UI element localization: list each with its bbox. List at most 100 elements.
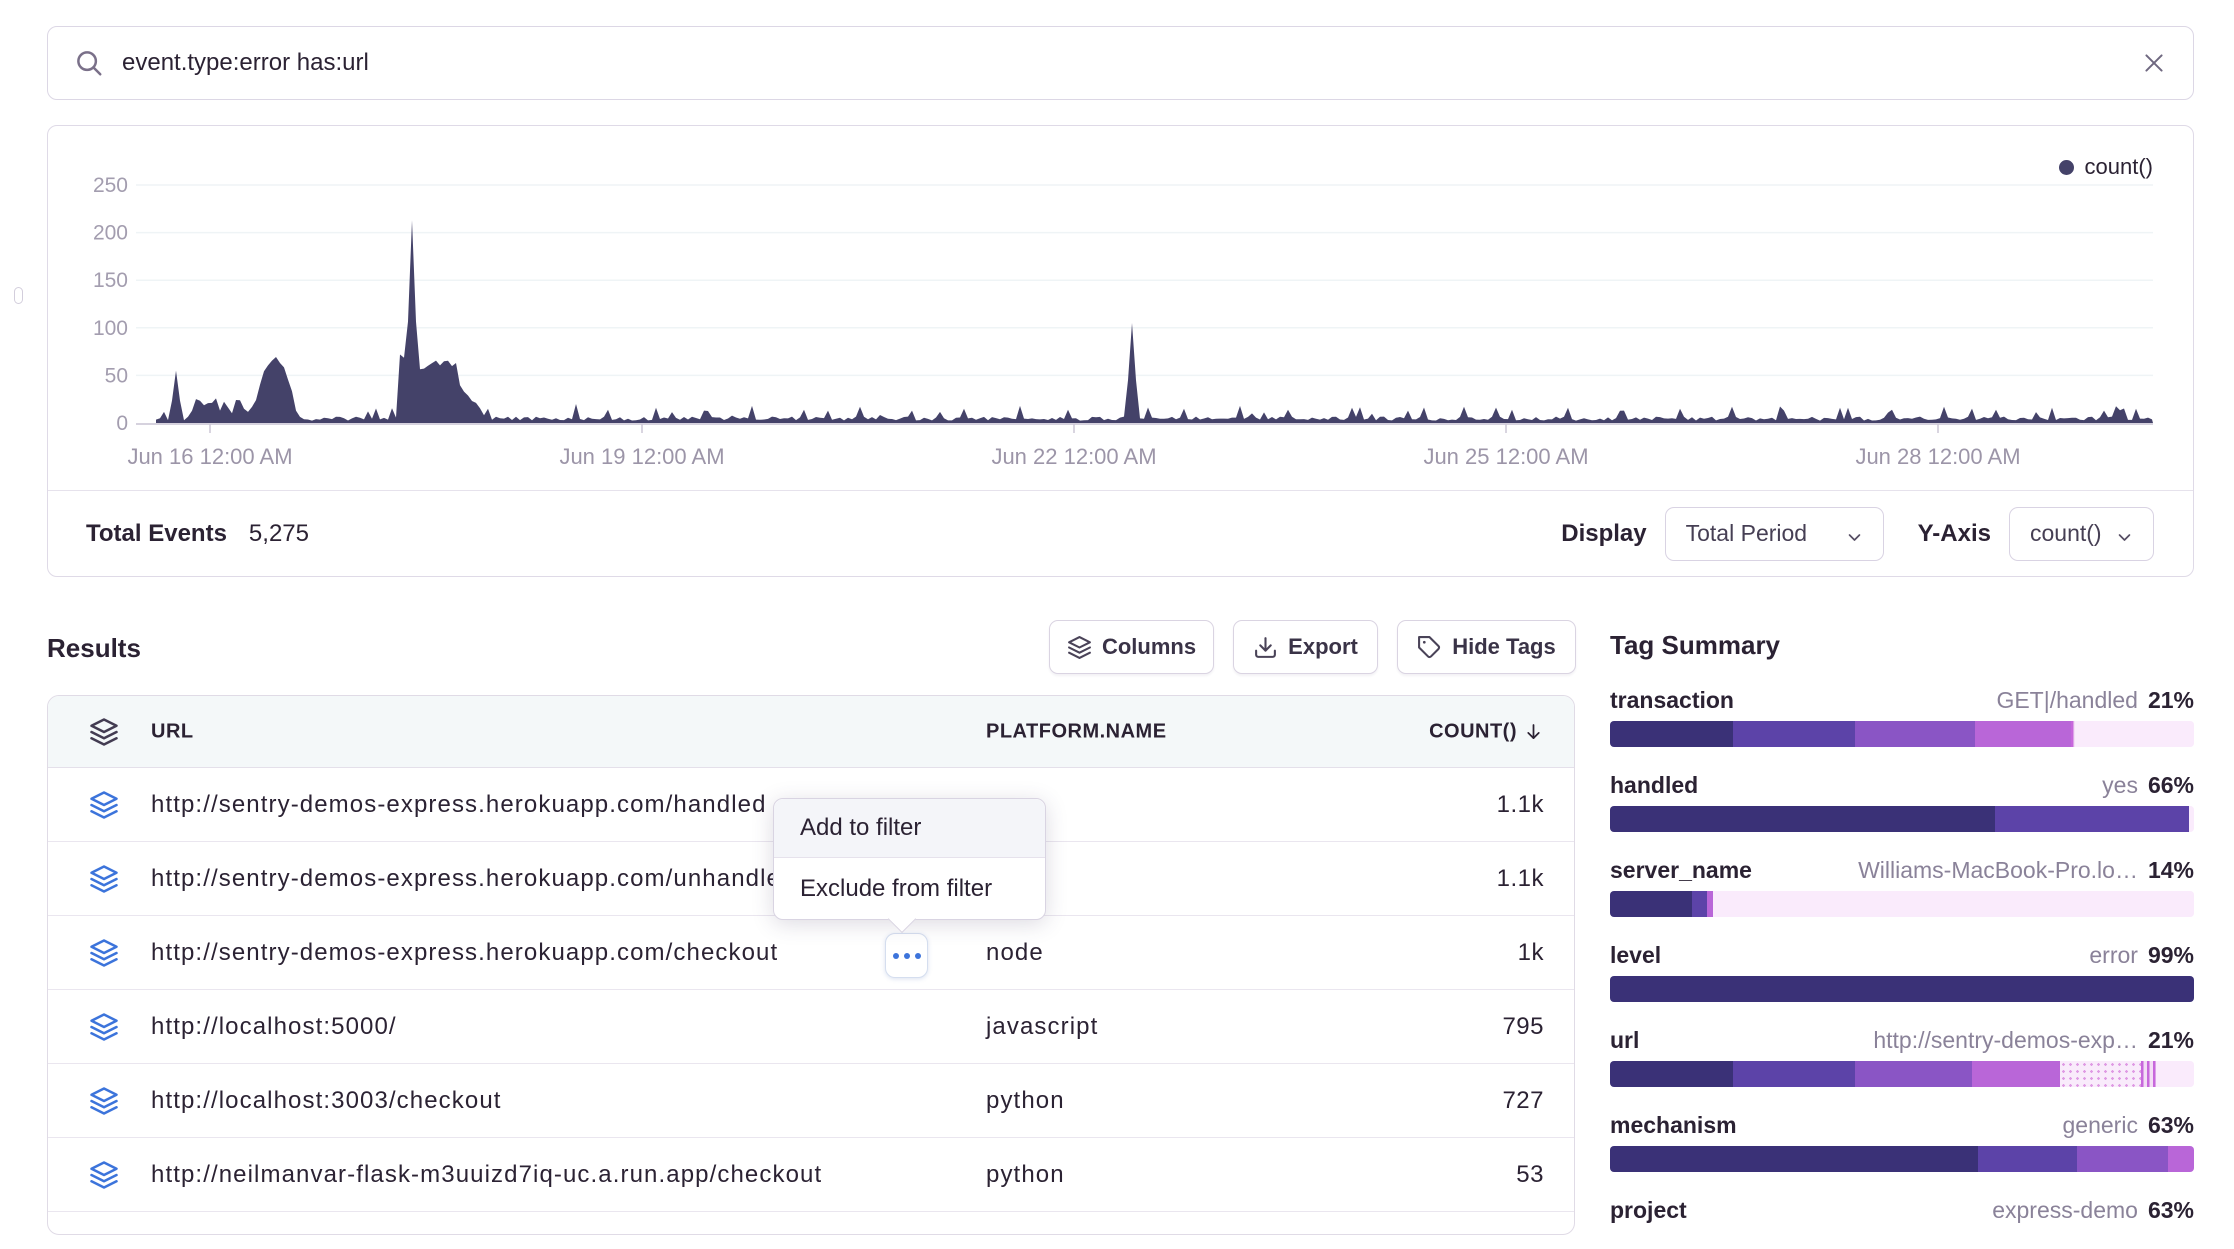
svg-text:Jun 22 12:00 AM: Jun 22 12:00 AM [991,444,1156,469]
tag-bar-segment[interactable] [1855,721,1975,747]
svg-text:200: 200 [93,222,128,245]
stack-trace-icon[interactable] [89,1086,119,1116]
tag-bar-segment[interactable] [1995,806,2189,832]
hide-tags-button[interactable]: Hide Tags [1397,620,1576,674]
url-cell[interactable]: http://localhost:3003/checkout [151,1087,502,1115]
platform-cell[interactable]: node [986,939,1044,967]
url-cell[interactable]: http://sentry-demos-express.herokuapp.co… [151,939,778,967]
svg-text:Jun 16 12:00 AM: Jun 16 12:00 AM [127,444,292,469]
tag-top-percent: 21% [2148,1027,2194,1054]
tag-bar-segment[interactable] [1610,976,2194,1002]
tag-bar-segment[interactable] [2077,1146,2168,1172]
table-row: http://localhost:3003/checkout python 727 [48,1064,1574,1138]
tag-bar-segment[interactable] [2075,721,2194,747]
svg-text:50: 50 [105,364,128,387]
total-events-label: Total Events [86,520,227,548]
tag-bar-segment[interactable] [2141,1061,2156,1087]
column-header-url[interactable]: URL [151,720,194,743]
count-cell[interactable]: 1k [1518,939,1544,967]
tag-bar-segment[interactable] [1972,1061,2060,1087]
tag-distribution-bar[interactable] [1610,1061,2194,1087]
stack-icon[interactable] [89,717,119,747]
platform-cell[interactable]: python [986,1087,1065,1115]
events-area-chart[interactable]: 050100150200250Jun 16 12:00 AMJun 19 12:… [48,126,2195,491]
svg-text:150: 150 [93,269,128,292]
count-cell[interactable]: 1.1k [1497,865,1544,893]
tag-top-value: GET|/handled [1996,687,2138,714]
tag-name: mechanism [1610,1112,1737,1139]
tag-bar-segment[interactable] [1855,1061,1972,1087]
count-cell[interactable]: 1.1k [1497,791,1544,819]
tag-bar-segment[interactable] [2168,1146,2194,1172]
cell-actions-button[interactable] [885,933,928,978]
table-row: http://sentry-demos-express.herokuapp.co… [48,916,1574,990]
url-cell[interactable]: http://neilmanvar-flask-m3uuizd7iq-uc.a.… [151,1161,822,1189]
svg-text:Jun 28 12:00 AM: Jun 28 12:00 AM [1855,444,2020,469]
tag-top-value: Williams-MacBook-Pro.lo… [1858,857,2138,884]
results-title: Results [47,633,141,664]
stack-trace-icon[interactable] [89,790,119,820]
stack-trace-icon[interactable] [89,938,119,968]
tag-summary-item-project: projectexpress-demo63% [1610,1197,2194,1224]
count-cell[interactable]: 53 [1516,1161,1544,1189]
tag-bar-segment[interactable] [2189,806,2194,832]
chart-drag-handle[interactable] [14,287,23,304]
column-header-platform[interactable]: PLATFORM.NAME [986,720,1167,743]
table-header: URL PLATFORM.NAME COUNT() [48,696,1574,768]
tag-summary-item-url: urlhttp://sentry-demos-exp…21% [1610,1027,2194,1087]
svg-text:Jun 19 12:00 AM: Jun 19 12:00 AM [559,444,724,469]
tag-distribution-bar[interactable] [1610,1146,2194,1172]
tag-bar-segment[interactable] [1610,806,1995,832]
platform-cell[interactable]: python [986,1161,1065,1189]
search-input[interactable] [122,49,2141,77]
tag-name: handled [1610,772,1698,799]
stack-trace-icon[interactable] [89,1160,119,1190]
display-label: Display [1561,520,1646,548]
url-cell[interactable]: http://sentry-demos-express.herokuapp.co… [151,865,795,893]
tag-bar-segment[interactable] [1610,1061,1733,1087]
tag-distribution-bar[interactable] [1610,891,2194,917]
yaxis-label: Y-Axis [1918,520,1991,548]
tag-summary-title: Tag Summary [1610,630,2194,661]
tag-bar-segment[interactable] [2156,1061,2194,1087]
stack-trace-icon[interactable] [89,864,119,894]
tag-bar-segment[interactable] [1610,891,1692,917]
url-cell[interactable]: http://sentry-demos-express.herokuapp.co… [151,791,767,819]
menu-item-exclude-from-filter[interactable]: Exclude from filter [774,858,1045,919]
tag-bar-segment[interactable] [1975,721,2071,747]
tag-bar-segment[interactable] [1610,721,1733,747]
count-cell[interactable]: 727 [1502,1087,1544,1115]
tag-distribution-bar[interactable] [1610,976,2194,1002]
menu-item-add-to-filter[interactable]: Add to filter [774,799,1045,858]
svg-text:Jun 25 12:00 AM: Jun 25 12:00 AM [1423,444,1588,469]
url-cell[interactable]: http://localhost:5000/ [151,1013,397,1041]
stack-trace-icon[interactable] [89,1012,119,1042]
tag-bar-segment[interactable] [1978,1146,2077,1172]
tag-distribution-bar[interactable] [1610,806,2194,832]
svg-text:0: 0 [116,412,128,435]
events-chart-panel: count() 050100150200250Jun 16 12:00 AMJu… [47,125,2194,577]
display-select[interactable]: Total Period [1665,507,1884,561]
tag-summary-item-mechanism: mechanismgeneric63% [1610,1112,2194,1172]
clear-search-icon[interactable] [2141,50,2167,76]
tag-bar-segment[interactable] [1733,721,1856,747]
export-button[interactable]: Export [1233,620,1378,674]
yaxis-select[interactable]: count() [2009,507,2154,561]
layers-icon [1067,635,1092,660]
columns-button[interactable]: Columns [1049,620,1214,674]
chart-footer: Total Events 5,275 Display Total Period … [48,490,2193,576]
platform-cell[interactable]: javascript [986,1013,1098,1041]
tag-distribution-bar[interactable] [1610,721,2194,747]
tag-name: url [1610,1027,1639,1054]
tag-top-percent: 63% [2148,1197,2194,1224]
tag-summary-item-level: levelerror99% [1610,942,2194,1002]
tag-bar-segment[interactable] [1692,891,1707,917]
count-cell[interactable]: 795 [1502,1013,1544,1041]
search-bar[interactable] [47,26,2194,100]
download-icon [1253,635,1278,660]
tag-bar-segment[interactable] [1610,1146,1978,1172]
tag-bar-segment[interactable] [2060,1061,2142,1087]
tag-bar-segment[interactable] [1733,1061,1856,1087]
tag-bar-segment[interactable] [1713,891,2194,917]
column-header-count[interactable]: COUNT() [1429,720,1544,743]
